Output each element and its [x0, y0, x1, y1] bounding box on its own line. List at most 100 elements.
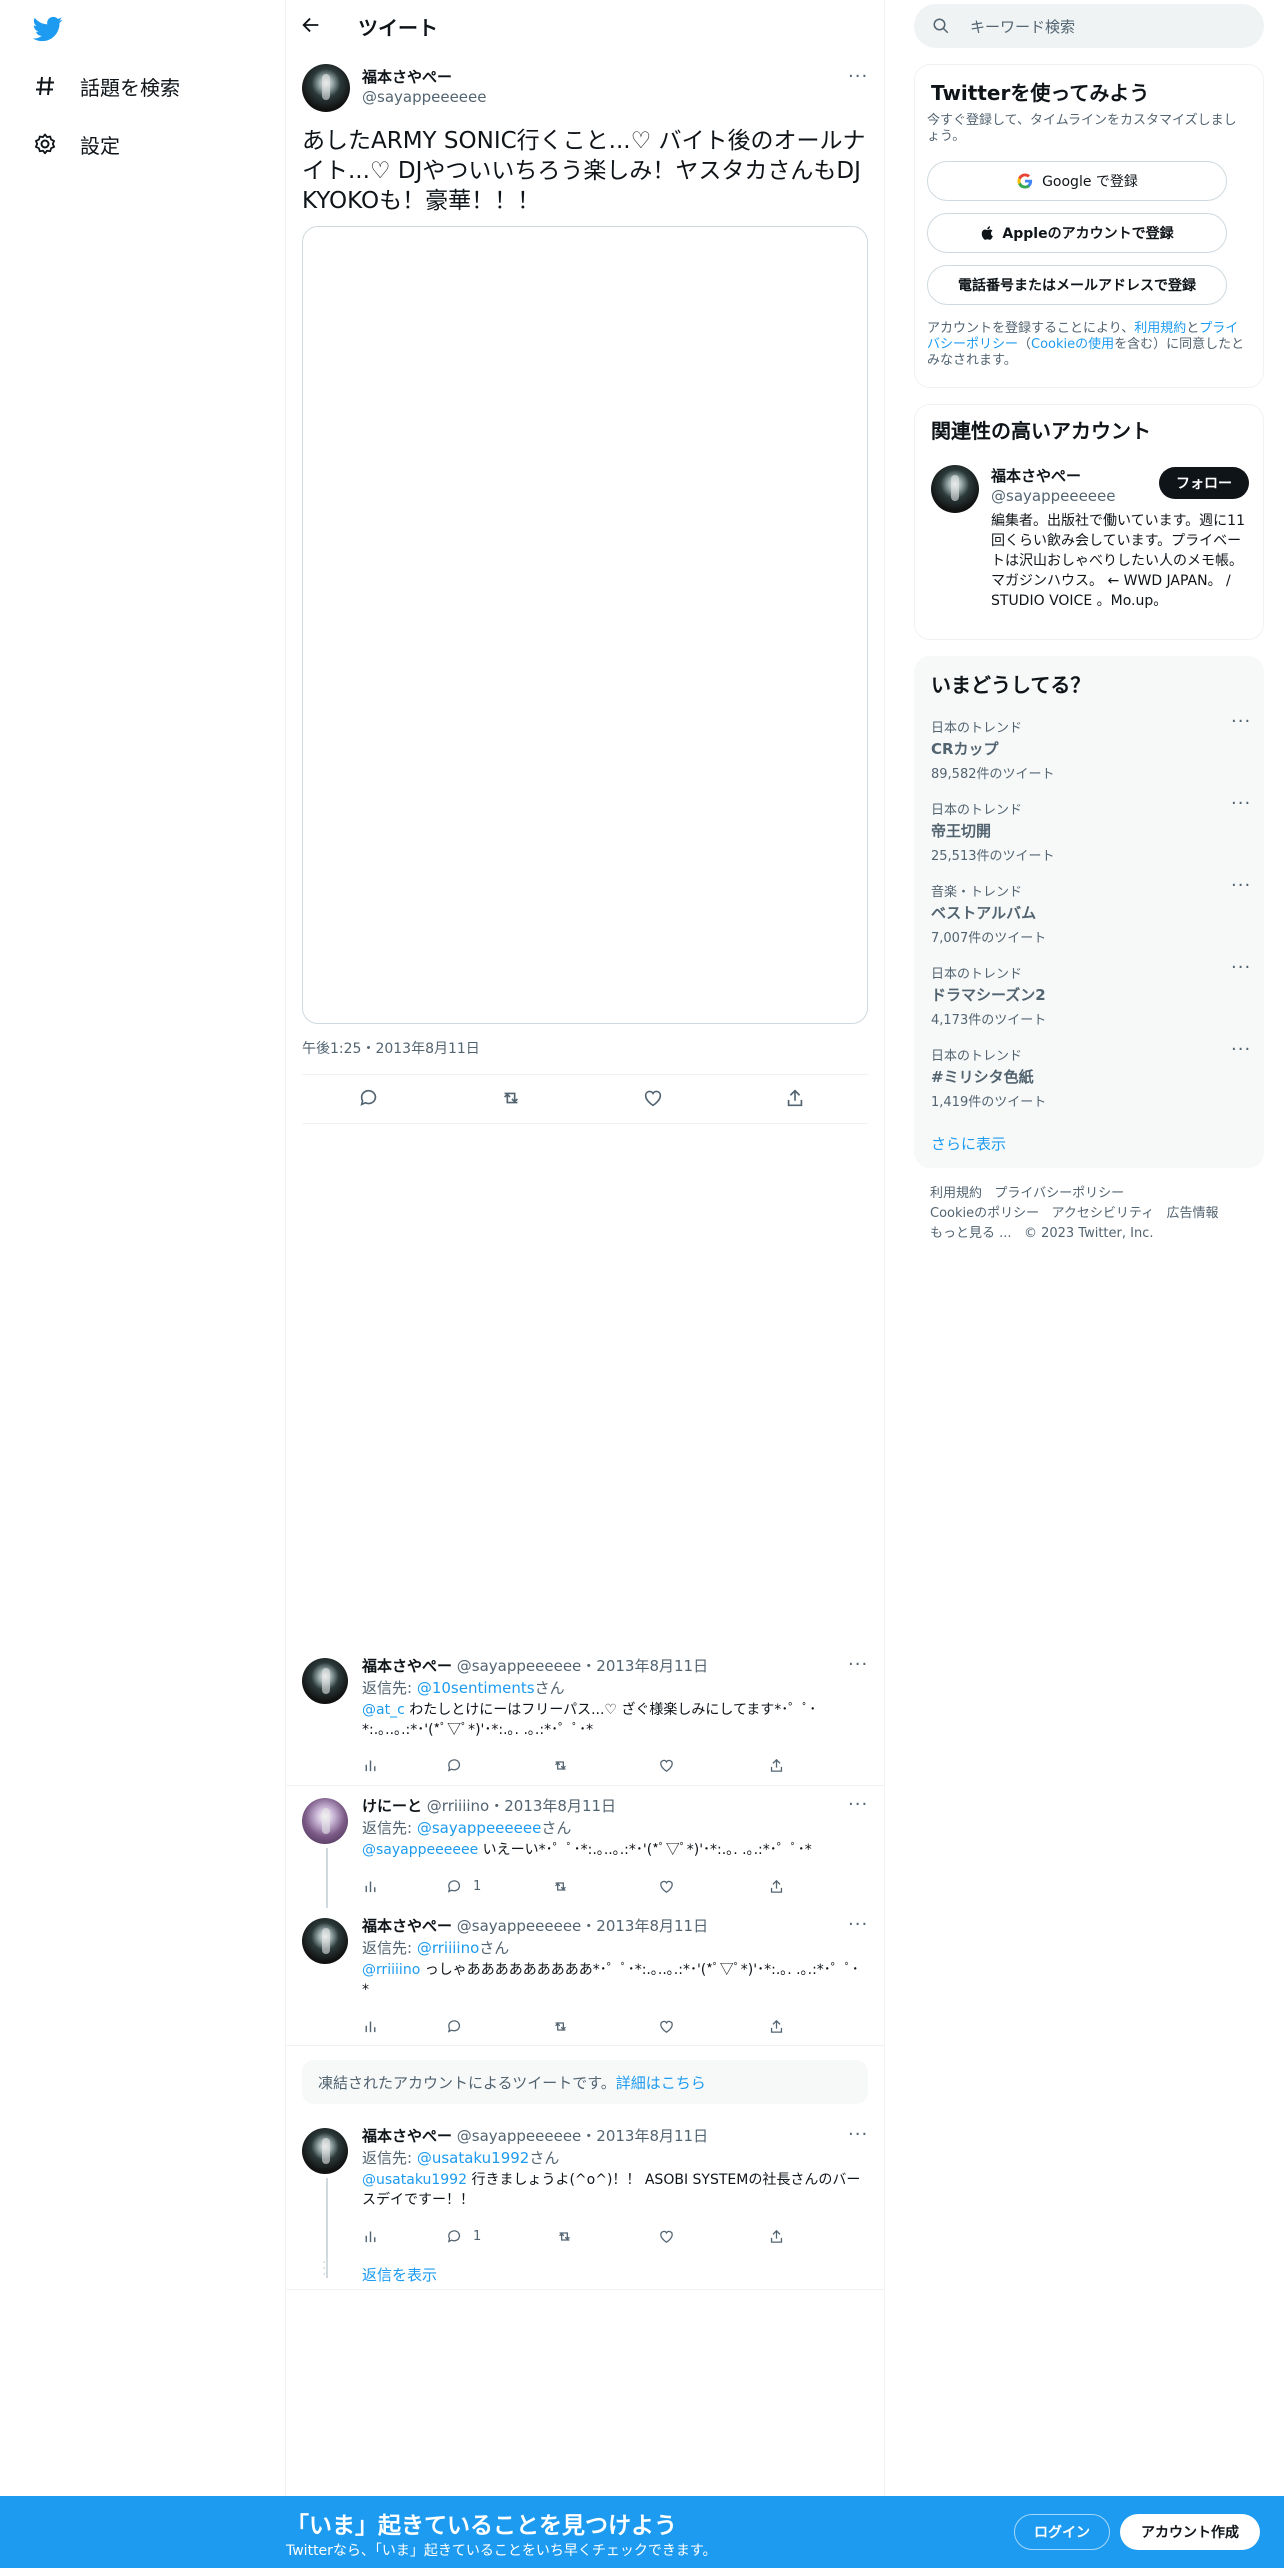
show-more-link[interactable]: さらに表示 — [931, 1133, 1006, 1154]
author-name[interactable]: 福本さやぺー — [362, 2127, 452, 2145]
avatar[interactable] — [302, 1798, 348, 1844]
like-icon[interactable] — [642, 1087, 666, 1111]
apple-icon — [980, 225, 996, 241]
like-icon[interactable] — [658, 2016, 675, 2036]
avatar[interactable] — [302, 64, 350, 112]
tweet-media[interactable] — [302, 226, 868, 1024]
retweet-icon[interactable] — [556, 2226, 573, 2246]
retweet-icon[interactable] — [552, 1876, 569, 1896]
reply-tweet[interactable]: 福本さやぺー @sayappeeeeee・2013年8月11日 ··· 返信先:… — [286, 1648, 884, 1786]
terms-link[interactable]: 利用規約 — [1134, 321, 1186, 336]
author-name[interactable]: けにーと — [362, 1797, 422, 1815]
mention-link[interactable]: @at_c — [362, 1702, 405, 1718]
account-handle[interactable]: @sayappeeeeee — [991, 487, 1116, 505]
trend-item[interactable]: 日本のトレンド ドラマシーズン2 4,173件のツイート ··· — [931, 959, 1251, 1029]
author-name[interactable]: 福本さやぺー — [362, 66, 452, 87]
reply-icon[interactable] — [446, 1755, 463, 1775]
author-handle[interactable]: @sayappeeeeee — [362, 88, 487, 106]
retweet-icon[interactable] — [552, 1755, 569, 1775]
apple-signup-button[interactable]: Appleのアカウントで登録 — [927, 213, 1227, 253]
nav-settings[interactable]: 設定 — [32, 124, 120, 164]
google-signup-button[interactable]: Google で登録 — [927, 161, 1227, 201]
tweet-date[interactable]: ・2013年8月11日 — [489, 1797, 616, 1815]
more-icon[interactable]: ··· — [848, 1656, 868, 1680]
avatar[interactable] — [931, 465, 979, 513]
tweet-date[interactable]: ・2013年8月11日 — [581, 1657, 708, 1675]
avatar[interactable] — [302, 2128, 348, 2174]
mention-link[interactable]: @sayappeeeeee — [362, 1842, 478, 1858]
author-name[interactable]: 福本さやぺー — [362, 1657, 452, 1675]
analytics-icon[interactable] — [362, 2016, 379, 2036]
footer-ads-link[interactable]: 広告情報 — [1167, 1206, 1219, 1221]
like-icon[interactable] — [658, 1876, 675, 1896]
share-icon[interactable] — [784, 1087, 808, 1111]
twitter-logo-icon[interactable] — [32, 14, 64, 44]
footer-privacy-link[interactable]: プライバシーポリシー — [994, 1186, 1124, 1201]
footer-more-link[interactable]: もっと見る ... — [930, 1226, 1012, 1241]
trend-item[interactable]: 日本のトレンド CRカップ 89,582件のツイート ··· — [931, 713, 1251, 783]
reply-icon[interactable]: 1 — [446, 2226, 481, 2246]
more-icon[interactable]: ··· — [1231, 877, 1251, 901]
reply-to-link[interactable]: @10sentiments — [417, 1679, 535, 1697]
more-icon[interactable]: ··· — [848, 68, 868, 92]
nav-explore[interactable]: 話題を検索 — [32, 66, 180, 106]
retweet-icon[interactable] — [552, 2016, 569, 2036]
reply-icon[interactable]: 1 — [446, 1876, 481, 1896]
more-icon[interactable]: ··· — [848, 1916, 868, 1940]
more-icon[interactable]: ··· — [848, 1796, 868, 1820]
back-arrow-icon[interactable] — [300, 14, 324, 38]
author-name[interactable]: 福本さやぺー — [362, 1917, 452, 1935]
account-name[interactable]: 福本さやぺー — [991, 465, 1081, 486]
reply-icon[interactable] — [358, 1087, 382, 1111]
tweet-timestamp[interactable]: 午後1:25・2013年8月11日 — [302, 1038, 480, 1058]
mention-link[interactable]: @usataku1992 — [362, 2172, 467, 2188]
reply-icon[interactable] — [446, 2016, 463, 2036]
learn-more-link[interactable]: 詳細はこちら — [616, 2074, 706, 2092]
reply-tweet[interactable]: けにーと @rriiiino・2013年8月11日 ··· 返信先: @saya… — [286, 1788, 884, 1908]
tweet-date[interactable]: ・2013年8月11日 — [581, 1917, 708, 1935]
share-icon[interactable] — [768, 1755, 785, 1775]
more-icon[interactable]: ··· — [1231, 959, 1251, 983]
trend-name: 帝王切開 — [931, 822, 992, 840]
more-icon[interactable]: ··· — [848, 2126, 868, 2150]
share-icon[interactable] — [768, 2016, 785, 2036]
search-input[interactable]: キーワード検索 — [914, 4, 1264, 48]
avatar[interactable] — [302, 1658, 348, 1704]
reply-to-link[interactable]: @usataku1992 — [417, 2149, 530, 2167]
like-icon[interactable] — [658, 1755, 675, 1775]
tweet-date[interactable]: ・2013年8月11日 — [581, 2127, 708, 2145]
footer-terms-link[interactable]: 利用規約 — [930, 1186, 982, 1201]
trend-item[interactable]: 日本のトレンド #ミリシタ色紙 1,419件のツイート ··· — [931, 1041, 1251, 1111]
mention-link[interactable]: @rriiiino — [362, 1962, 420, 1978]
like-icon[interactable] — [658, 2226, 675, 2246]
analytics-icon[interactable] — [362, 1755, 379, 1775]
author-handle[interactable]: @sayappeeeeee — [457, 1657, 582, 1675]
more-icon[interactable]: ··· — [1231, 795, 1251, 819]
avatar[interactable] — [302, 1918, 348, 1964]
show-replies-link[interactable]: 返信を表示 — [362, 2264, 437, 2285]
analytics-icon[interactable] — [362, 2226, 379, 2246]
trend-count: 7,007件のツイート — [931, 931, 1047, 946]
create-account-button[interactable]: アカウント作成 — [1120, 2514, 1260, 2550]
more-icon[interactable]: ··· — [1231, 1041, 1251, 1065]
analytics-icon[interactable] — [362, 1876, 379, 1896]
trend-item[interactable]: 日本のトレンド 帝王切開 25,513件のツイート ··· — [931, 795, 1251, 865]
trend-item[interactable]: 音楽・トレンド ベストアルバム 7,007件のツイート ··· — [931, 877, 1251, 947]
share-icon[interactable] — [768, 1876, 785, 1896]
reply-to-link[interactable]: @sayappeeeeee — [417, 1819, 542, 1837]
login-button[interactable]: ログイン — [1014, 2514, 1110, 2550]
footer-cookie-link[interactable]: Cookieのポリシー — [930, 1206, 1039, 1221]
author-handle[interactable]: @sayappeeeeee — [457, 1917, 582, 1935]
phone-email-signup-button[interactable]: 電話番号またはメールアドレスで登録 — [927, 265, 1227, 305]
footer-accessibility-link[interactable]: アクセシビリティ — [1052, 1206, 1155, 1221]
author-handle[interactable]: @rriiiino — [427, 1797, 489, 1815]
share-icon[interactable] — [768, 2226, 785, 2246]
author-handle[interactable]: @sayappeeeeee — [457, 2127, 582, 2145]
reply-tweet[interactable]: 福本さやぺー @sayappeeeeee・2013年8月11日 ··· 返信先:… — [286, 2118, 884, 2290]
retweet-icon[interactable] — [500, 1087, 524, 1111]
reply-tweet[interactable]: 福本さやぺー @sayappeeeeee・2013年8月11日 ··· 返信先:… — [286, 1908, 884, 2046]
follow-button[interactable]: フォロー — [1159, 467, 1249, 499]
reply-to-link[interactable]: @rriiiino — [417, 1939, 479, 1957]
cookie-link[interactable]: Cookieの使用 — [1031, 337, 1114, 352]
more-icon[interactable]: ··· — [1231, 713, 1251, 737]
